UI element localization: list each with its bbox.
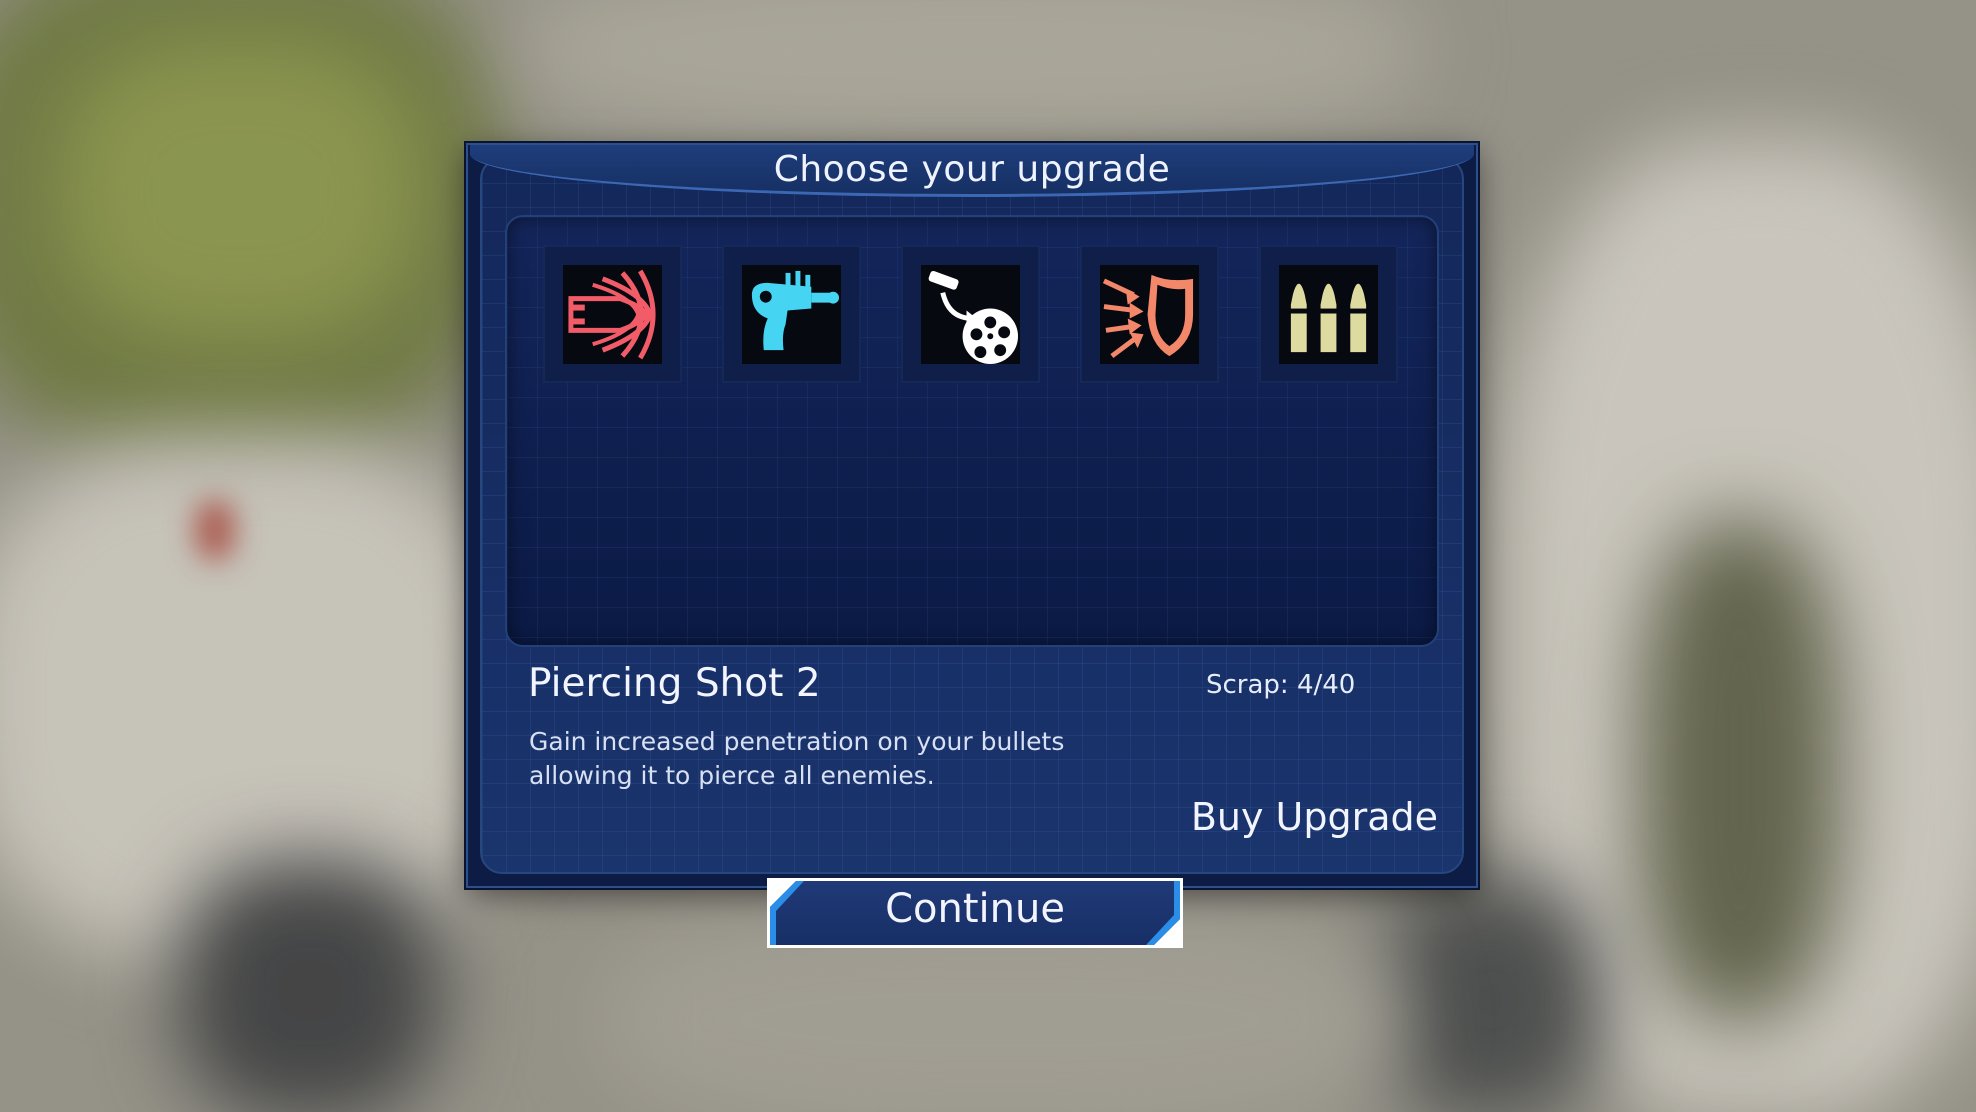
piercing-bullet-icon (563, 265, 662, 364)
upgrade-grid (505, 215, 1439, 647)
upgrade-slot-shield-deflect[interactable] (1080, 245, 1219, 383)
upgrade-slot-piercing-shot[interactable] (543, 245, 682, 383)
upgrade-slot-ray-gun[interactable] (722, 245, 861, 383)
upgrade-description: Gain increased penetration on your bulle… (529, 727, 1065, 790)
triple-bullets-icon (1279, 265, 1378, 364)
ammo-reload-icon (921, 265, 1020, 364)
continue-label: Continue (885, 886, 1065, 932)
upgrade-name: Piercing Shot 2 (528, 661, 821, 706)
shield-deflect-icon (1100, 265, 1199, 364)
continue-button[interactable]: Continue (767, 878, 1183, 948)
upgrade-dialog: Choose your upgrade Piercing Shot 2 Scra… (466, 143, 1478, 888)
ray-gun-icon (742, 265, 841, 364)
title-banner: Choose your upgrade (470, 145, 1474, 197)
dialog-title: Choose your upgrade (773, 149, 1171, 190)
buy-upgrade-button[interactable]: Buy Upgrade (1158, 795, 1438, 849)
upgrade-slot-triple-bullets[interactable] (1259, 245, 1398, 383)
upgrade-slot-ammo-reload[interactable] (901, 245, 1040, 383)
scrap-counter: Scrap: 4/40 (1206, 670, 1356, 700)
